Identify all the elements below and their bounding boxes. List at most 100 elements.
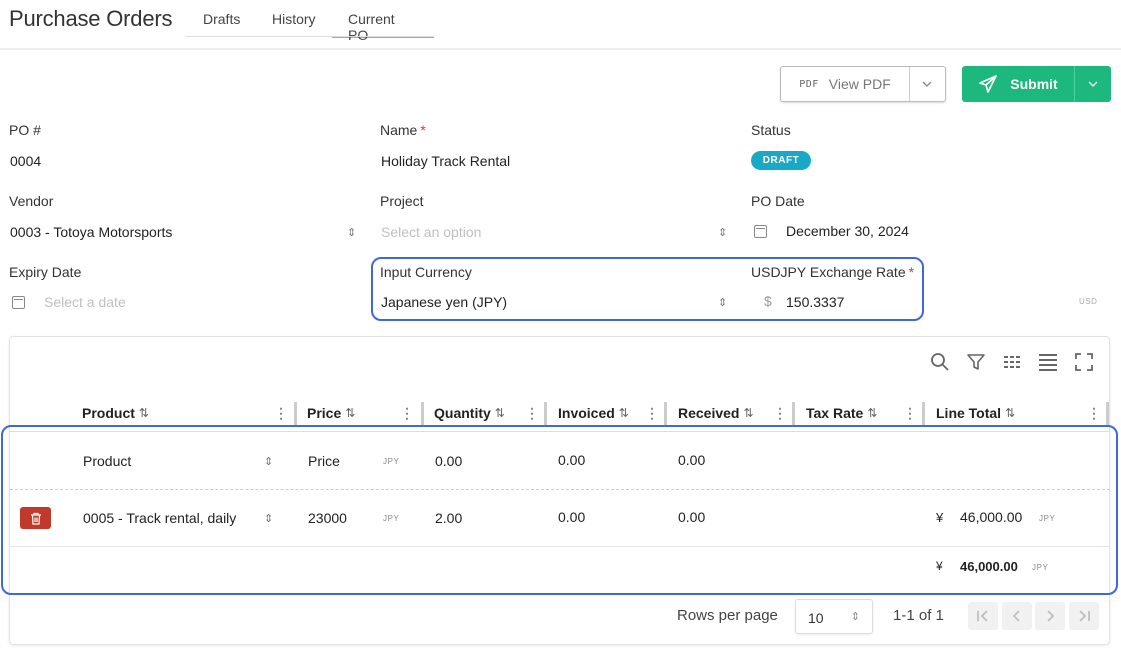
chevron-down-icon bbox=[922, 81, 932, 87]
name-field[interactable]: Holiday Track Rental bbox=[381, 153, 510, 169]
sort-icon[interactable]: ⇅ bbox=[139, 406, 149, 420]
sort-icon[interactable]: ⇅ bbox=[867, 406, 877, 420]
po-number-label: PO # bbox=[9, 122, 41, 138]
expiry-date-field[interactable]: Select a date bbox=[44, 294, 126, 310]
tab-history[interactable]: History bbox=[256, 11, 332, 38]
po-date-label: PO Date bbox=[751, 193, 805, 209]
previous-page-button[interactable] bbox=[1002, 602, 1032, 630]
po-date-field[interactable]: December 30, 2024 bbox=[786, 223, 909, 239]
tab-current-po[interactable]: Current PO bbox=[332, 11, 434, 43]
required-mark: * bbox=[908, 264, 915, 280]
exchange-rate-label: USDJPY Exchange Rate * bbox=[751, 264, 915, 280]
column-resizer[interactable] bbox=[1106, 402, 1109, 426]
sort-icon[interactable]: ⇅ bbox=[743, 406, 753, 420]
new-row-product-select[interactable]: Product bbox=[83, 453, 131, 469]
row-divider bbox=[10, 489, 1110, 490]
sort-icon[interactable]: ⇅ bbox=[495, 406, 505, 420]
column-resizer[interactable] bbox=[664, 402, 667, 426]
tab-drafts[interactable]: Drafts bbox=[187, 11, 256, 38]
column-header-tax-rate[interactable]: Tax Rate ⇅ bbox=[806, 405, 877, 421]
new-row-received: 0.00 bbox=[678, 452, 706, 468]
vendor-label: Vendor bbox=[9, 193, 54, 209]
submit-button[interactable]: Submit bbox=[962, 66, 1075, 102]
column-header-received[interactable]: Received ⇅ bbox=[678, 405, 754, 421]
column-header-quantity[interactable]: Quantity ⇅ bbox=[434, 405, 505, 421]
row-price-input[interactable]: 23000 bbox=[308, 510, 347, 526]
fullscreen-icon[interactable] bbox=[1073, 351, 1095, 373]
po-number-value: 0004 bbox=[10, 153, 42, 169]
page-title: Purchase Orders bbox=[9, 6, 173, 31]
column-menu-icon[interactable]: ⋮ bbox=[400, 405, 414, 422]
currency-tag: JPY bbox=[1039, 514, 1056, 523]
calendar-icon bbox=[754, 225, 767, 238]
submit-button-group: Submit bbox=[962, 66, 1111, 102]
filter-icon[interactable] bbox=[965, 351, 987, 373]
next-page-button[interactable] bbox=[1035, 602, 1065, 630]
send-icon bbox=[979, 75, 998, 93]
column-header-line-total[interactable]: Line Total ⇅ bbox=[936, 405, 1015, 421]
rows-per-page-value: 10 bbox=[808, 610, 824, 626]
rows-per-page-label: Rows per page bbox=[677, 607, 778, 624]
column-menu-icon[interactable]: ⋮ bbox=[1087, 405, 1101, 422]
chevron-left-icon bbox=[1012, 610, 1020, 622]
pdf-options-dropdown[interactable] bbox=[909, 67, 945, 101]
select-arrows-icon: ⇕ bbox=[718, 227, 728, 239]
column-resizer[interactable] bbox=[421, 402, 424, 426]
row-line-total: 46,000.00 bbox=[960, 509, 1023, 525]
select-arrows-icon: ⇕ bbox=[264, 513, 274, 525]
new-row-quantity-input[interactable]: 0.00 bbox=[435, 453, 462, 469]
first-page-button[interactable] bbox=[968, 602, 998, 630]
row-quantity-input[interactable]: 2.00 bbox=[435, 510, 462, 526]
select-arrows-icon: ⇕ bbox=[850, 611, 860, 623]
column-header-product[interactable]: Product ⇅ bbox=[82, 405, 149, 421]
select-arrows-icon: ⇕ bbox=[264, 456, 274, 468]
rows-per-page-select[interactable]: 10 ⇕ bbox=[795, 599, 873, 634]
column-resizer[interactable] bbox=[922, 402, 925, 426]
sort-icon[interactable]: ⇅ bbox=[1005, 406, 1015, 420]
search-icon[interactable] bbox=[929, 351, 951, 373]
column-resizer[interactable] bbox=[544, 402, 547, 426]
chevron-right-icon bbox=[1047, 610, 1055, 622]
currency-tag: JPY bbox=[1032, 563, 1049, 572]
last-page-button[interactable] bbox=[1069, 602, 1099, 630]
top-bar: Purchase Orders Drafts History Current P… bbox=[0, 0, 1121, 50]
vendor-select[interactable]: 0003 - Totoya Motorsports bbox=[10, 224, 172, 240]
submit-label: Submit bbox=[1010, 76, 1058, 92]
column-menu-icon[interactable]: ⋮ bbox=[903, 405, 917, 422]
column-header-invoiced[interactable]: Invoiced ⇅ bbox=[558, 405, 629, 421]
usd-suffix: USD bbox=[1079, 297, 1098, 306]
sort-icon[interactable]: ⇅ bbox=[345, 406, 355, 420]
density-icon[interactable] bbox=[1037, 351, 1059, 373]
row-invoiced: 0.00 bbox=[558, 509, 586, 525]
view-pdf-button[interactable]: PDF View PDF bbox=[781, 67, 910, 101]
chevron-down-icon bbox=[1088, 81, 1098, 87]
new-row-price-input[interactable]: Price bbox=[308, 453, 340, 469]
column-resizer[interactable] bbox=[792, 402, 795, 426]
column-menu-icon[interactable]: ⋮ bbox=[645, 405, 659, 422]
trash-icon bbox=[30, 512, 41, 525]
input-currency-select[interactable]: Japanese yen (JPY) bbox=[381, 294, 507, 310]
sort-icon[interactable]: ⇅ bbox=[619, 406, 629, 420]
exchange-rate-field[interactable]: 150.3337 bbox=[786, 294, 844, 310]
currency-tag: JPY bbox=[383, 514, 400, 523]
column-menu-icon[interactable]: ⋮ bbox=[274, 405, 288, 422]
pdf-icon: PDF bbox=[799, 78, 819, 90]
expiry-date-label: Expiry Date bbox=[9, 264, 82, 280]
column-resizer[interactable] bbox=[294, 402, 297, 426]
delete-row-button[interactable] bbox=[20, 507, 51, 529]
dollar-prefix: $ bbox=[764, 293, 772, 309]
new-row-invoiced: 0.00 bbox=[558, 452, 586, 468]
currency-tag: JPY bbox=[383, 457, 400, 466]
column-header-price[interactable]: Price ⇅ bbox=[307, 405, 355, 421]
grand-total: 46,000.00 bbox=[960, 559, 1018, 574]
project-select[interactable]: Select an option bbox=[381, 224, 481, 240]
submit-options-dropdown[interactable] bbox=[1075, 66, 1111, 102]
column-menu-icon[interactable]: ⋮ bbox=[773, 405, 787, 422]
select-arrows-icon: ⇕ bbox=[347, 227, 357, 239]
yen-symbol: ¥ bbox=[936, 559, 943, 573]
tab-underline bbox=[186, 36, 434, 37]
columns-icon[interactable] bbox=[1001, 351, 1023, 373]
row-divider bbox=[10, 546, 1110, 547]
row-product-select[interactable]: 0005 - Track rental, daily bbox=[83, 510, 236, 526]
column-menu-icon[interactable]: ⋮ bbox=[525, 405, 539, 422]
